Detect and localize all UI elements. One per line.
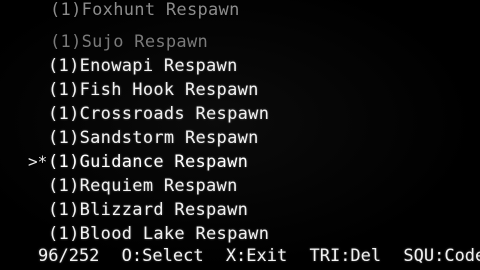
item-label: Sandstorm Respawn [79,128,259,148]
list-item[interactable]: (1)Sandstorm Respawn [48,126,259,150]
item-label: Requiem Respawn [79,176,238,196]
delete-hint: TRI:Del [309,246,382,266]
item-count: (1) [48,224,80,244]
list-item[interactable]: (1)Blood Lake Respawn [48,222,269,246]
game-screen: (1)Foxhunt Respawn (1)Sujo Respawn (1)En… [0,0,480,270]
item-label: Blizzard Respawn [79,200,249,220]
item-count: (1) [48,176,80,196]
list-item-selected[interactable]: (1)Guidance Respawn [48,150,248,174]
item-count: (1) [48,80,80,100]
controls-footer: 96/252 O:Select X:Exit TRI:Del SQU:Code [38,244,480,268]
cheat-list: (1)Foxhunt Respawn (1)Sujo Respawn (1)En… [0,0,480,246]
item-label: Enowapi Respawn [79,56,238,76]
code-hint: SQU:Code [403,246,480,266]
list-item[interactable]: (1)Sujo Respawn [50,30,208,54]
list-item[interactable]: (1)Fish Hook Respawn [48,78,259,102]
list-item[interactable]: (1)Blizzard Respawn [48,198,248,222]
position-counter: 96/252 [38,246,100,266]
item-count: (1) [50,32,82,52]
item-count: (1) [48,104,80,124]
item-label: Fish Hook Respawn [79,80,259,100]
list-item[interactable]: (1)Crossroads Respawn [48,102,269,126]
item-count: (1) [48,200,80,220]
item-label: Blood Lake Respawn [79,224,270,244]
item-count: (1) [48,56,80,76]
select-hint: O:Select [121,246,204,266]
exit-hint: X:Exit [225,246,288,266]
item-label: Foxhunt Respawn [81,0,240,20]
item-count: (1) [50,0,82,20]
item-label: Guidance Respawn [79,152,249,172]
item-label: Crossroads Respawn [79,104,270,124]
item-count: (1) [48,128,80,148]
list-item[interactable]: (1)Enowapi Respawn [48,54,238,78]
item-count: (1) [48,152,80,172]
item-label: Sujo Respawn [81,32,209,52]
selection-cursor: >* [28,152,48,171]
list-item[interactable]: (1)Foxhunt Respawn [50,0,240,22]
list-item[interactable]: (1)Requiem Respawn [48,174,238,198]
